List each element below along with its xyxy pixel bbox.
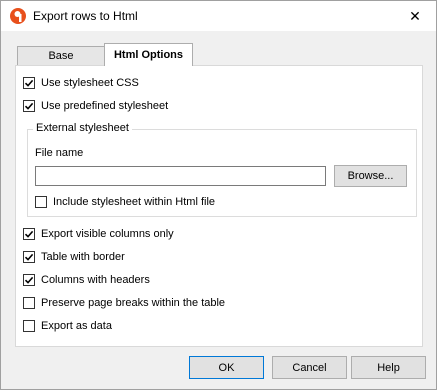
options-panel: Use stylesheet CSS Use predefined stylesh… (15, 65, 423, 347)
file-name-label: File name (35, 147, 84, 159)
checkbox-label: Table with border (41, 251, 125, 263)
checkbox-label: Include stylesheet within Html file (53, 196, 216, 208)
help-button[interactable]: Help (351, 356, 426, 379)
checkbox-box (35, 196, 47, 208)
checkmark-icon (23, 251, 35, 263)
option-checkbox[interactable]: Columns with headers (23, 272, 150, 288)
checkbox-label: Preserve page breaks within the table (41, 297, 226, 309)
tab-html-options[interactable]: Html Options (104, 43, 193, 66)
checkbox-label: Use stylesheet CSS (41, 77, 139, 89)
cancel-button[interactable]: Cancel (272, 356, 347, 379)
title-bar: Export rows to Html ✕ (1, 1, 436, 31)
tab-base[interactable]: Base (17, 46, 105, 65)
checkbox-label: Use predefined stylesheet (41, 100, 169, 112)
ok-button[interactable]: OK (189, 356, 264, 379)
checkbox-box (23, 297, 35, 309)
option-checkbox[interactable]: Export as data (23, 318, 112, 334)
option-checkbox[interactable]: Table with border (23, 249, 125, 265)
checkmark-icon (23, 228, 35, 240)
option-checkbox[interactable]: Preserve page breaks within the table (23, 295, 225, 311)
window-title: Export rows to Html (33, 9, 138, 23)
checkbox-label: Columns with headers (41, 274, 150, 286)
checkmark-icon (23, 274, 35, 286)
checkbox-label: Export as data (41, 320, 112, 332)
checkbox-box (23, 320, 35, 332)
checkbox-label: Export visible columns only (41, 228, 174, 240)
dialog-window: Export rows to Html ✕ Base Html Options … (0, 0, 437, 390)
file-name-input[interactable] (35, 166, 326, 186)
checkmark-icon (23, 100, 35, 112)
option-checkbox[interactable]: Use stylesheet CSS (23, 75, 139, 91)
group-label: External stylesheet (33, 122, 132, 134)
external-stylesheet-group: External stylesheet File name Browse... … (27, 122, 417, 217)
checkmark-icon (23, 77, 35, 89)
option-checkbox[interactable]: Export visible columns only (23, 226, 174, 242)
option-checkbox[interactable]: Use predefined stylesheet (23, 98, 168, 114)
include-stylesheet-checkbox[interactable]: Include stylesheet within Html file (35, 194, 215, 210)
close-icon[interactable]: ✕ (398, 1, 432, 31)
browse-button[interactable]: Browse... (334, 165, 407, 187)
app-logo-icon (9, 7, 27, 25)
